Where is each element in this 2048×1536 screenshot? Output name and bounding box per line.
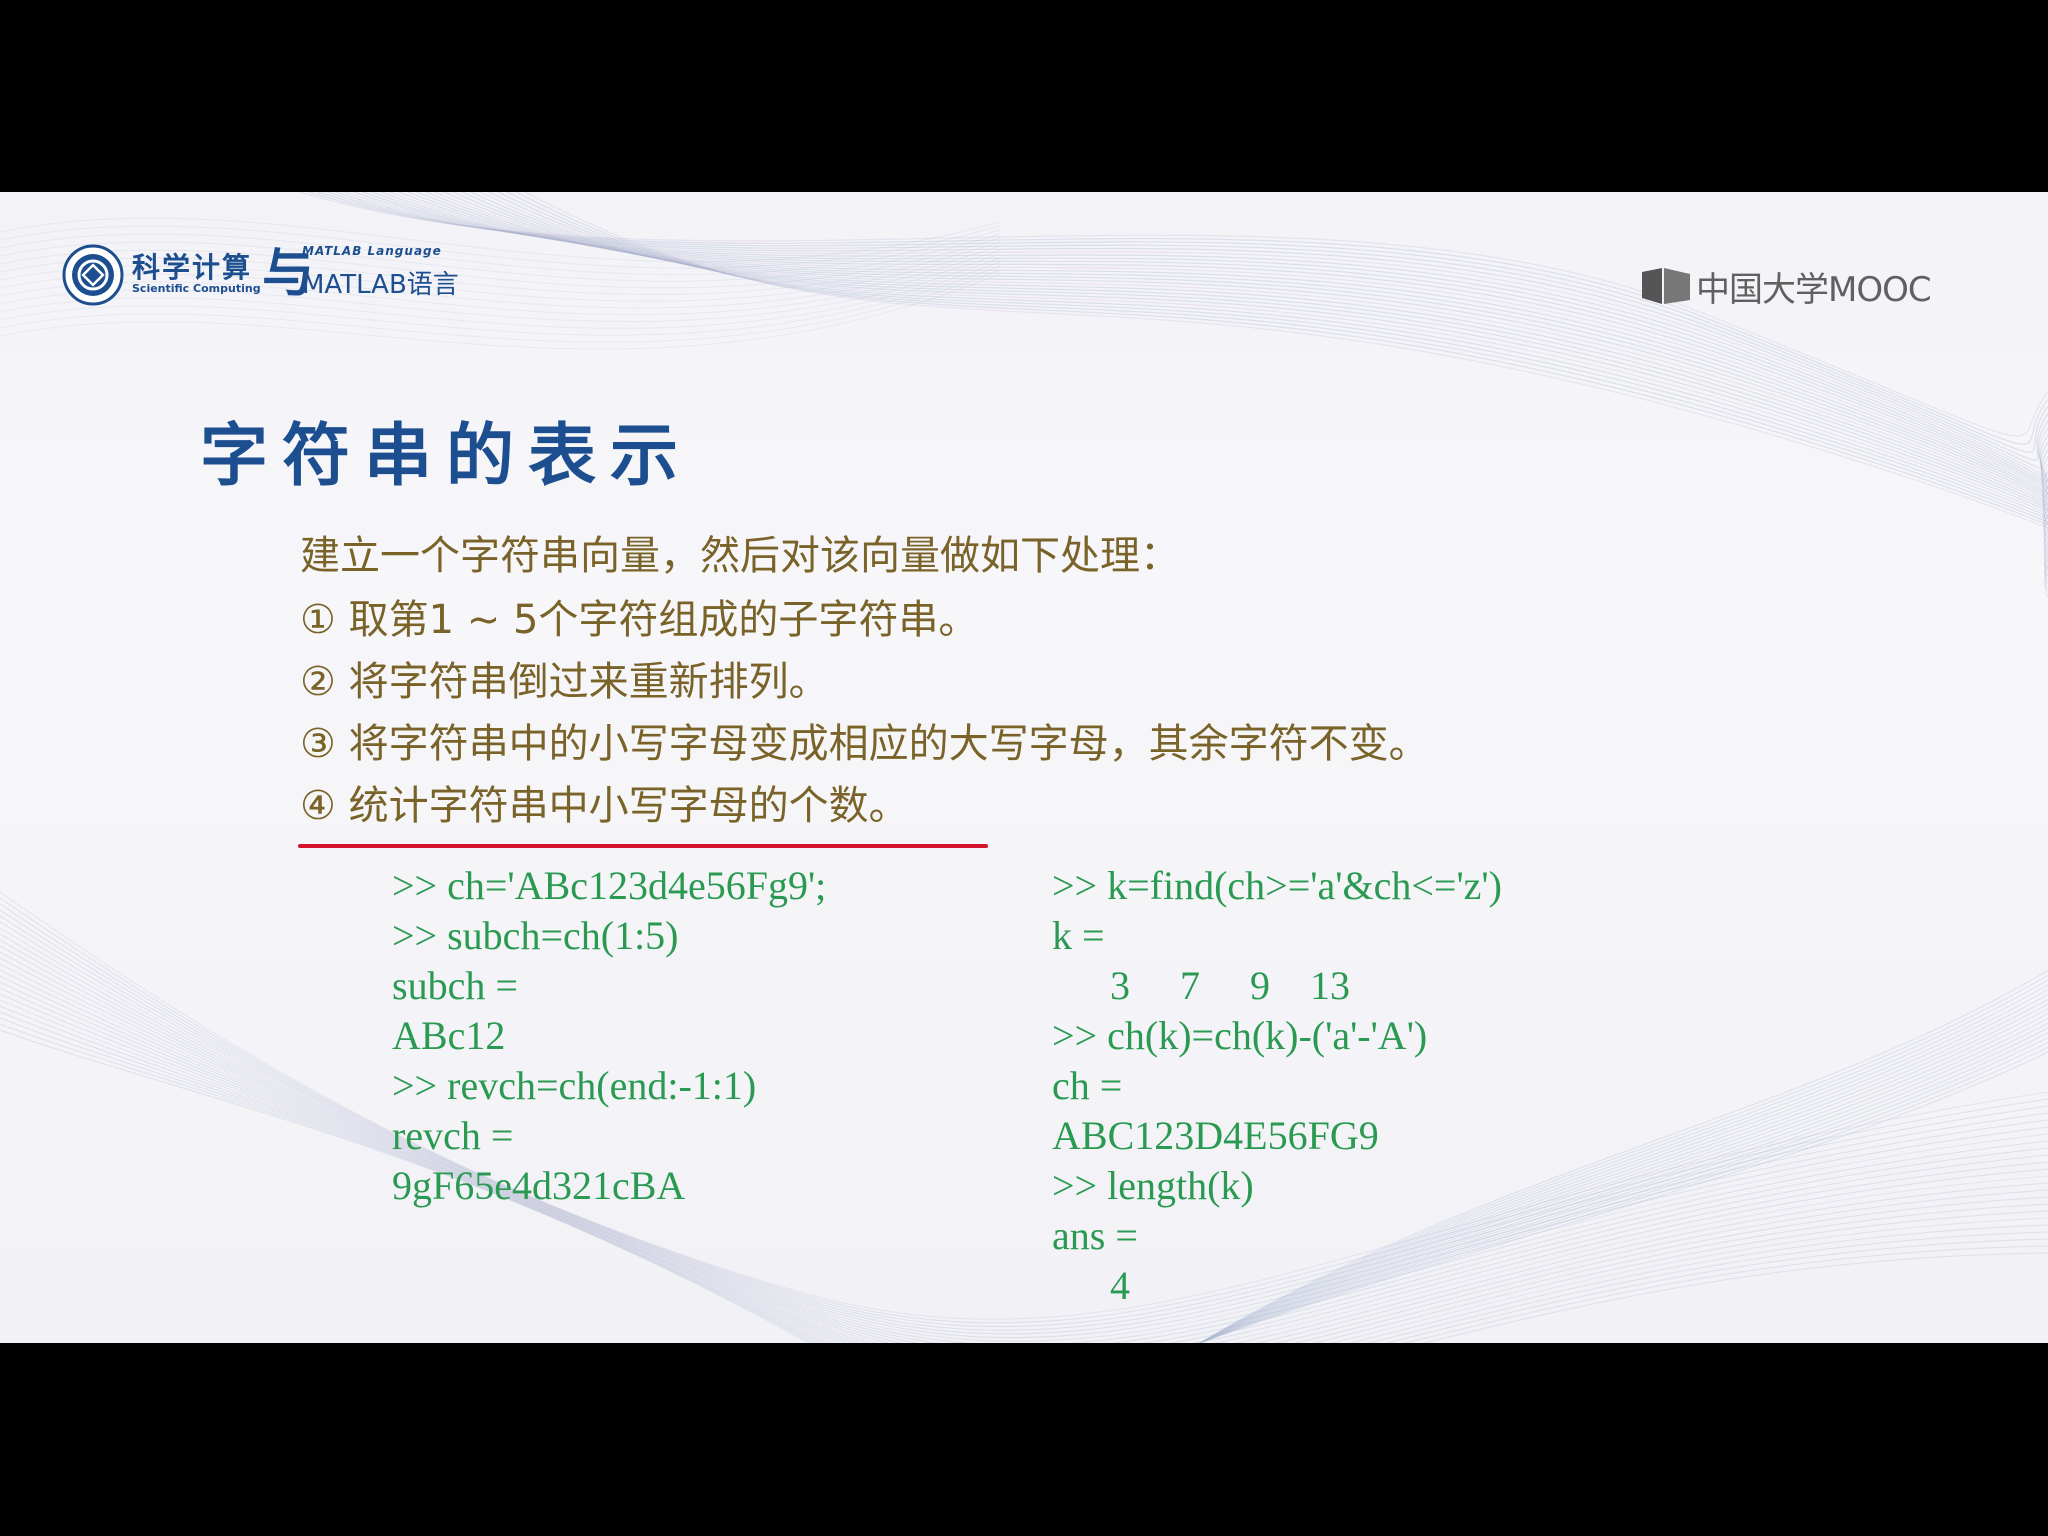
task-step-4: ④ 统计字符串中小写字母的个数。	[300, 783, 909, 829]
wave-line	[0, 963, 2048, 1343]
wave-line	[0, 1005, 2048, 1343]
wave-line	[0, 999, 2048, 1343]
code-left-line-1: >> ch='ABc123d4e56Fg9';	[392, 863, 827, 908]
course-logo-en: Scientific Computing	[132, 282, 261, 295]
wave-line	[0, 1023, 2048, 1343]
wave-line	[0, 1029, 2048, 1343]
course-logo: 科学计算 Scientific Computing 与 MATLAB Langu…	[62, 242, 492, 312]
wave-line	[0, 921, 2048, 1339]
mooc-book-icon	[1642, 268, 1690, 304]
code-left-line-5: >> revch=ch(end:-1:1)	[392, 1063, 757, 1108]
code-right-line-6: ABC123D4E56FG9	[1052, 1113, 1379, 1158]
course-logo-cn: 科学计算	[132, 251, 253, 284]
course-logo-lang: MATLAB Language	[302, 244, 442, 258]
task-step-1: ① 取第1 ~ 5个字符组成的子字符串。	[300, 597, 979, 643]
code-left-line-7: 9gF65e4d321cBA	[392, 1163, 686, 1208]
wave-line	[0, 957, 2048, 1343]
code-left-line-6: revch =	[392, 1113, 514, 1158]
wave-line	[0, 933, 2048, 1343]
slide-title: 字符串的表示	[200, 416, 693, 496]
wave-line	[0, 897, 2048, 1324]
code-left-line-3: subch =	[392, 963, 518, 1008]
code-right-line-5: ch =	[1052, 1063, 1123, 1108]
highlight-underline	[298, 844, 988, 848]
task-intro: 建立一个字符串向量，然后对该向量做如下处理：	[300, 533, 1180, 579]
lecture-slide: 科学计算 Scientific Computing 与 MATLAB Langu…	[0, 192, 2048, 1343]
wave-line	[0, 951, 2048, 1343]
code-left-line-4: ABc12	[392, 1013, 506, 1058]
wave-line	[0, 903, 2048, 1328]
course-logo-matlab: MATLAB语言	[302, 270, 459, 300]
platform-logo: 中国大学MOOC	[1640, 262, 1960, 312]
wave-line	[0, 1011, 2048, 1343]
task-step-2: ② 将字符串倒过来重新排列。	[300, 659, 829, 705]
university-emblem-icon	[62, 244, 124, 306]
code-right-line-4: >> ch(k)=ch(k)-('a'-'A')	[1052, 1013, 1428, 1058]
wave-line	[0, 1017, 2048, 1343]
code-left-line-2: >> subch=ch(1:5)	[392, 913, 679, 958]
code-right-line-2: k =	[1052, 913, 1105, 958]
platform-logo-text: 中国大学MOOC	[1696, 270, 1932, 310]
code-right-line-1: >> k=find(ch>='a'&ch<='z')	[1052, 863, 1502, 908]
wave-line	[0, 969, 2048, 1343]
code-right-line-3: 3 7 9 13	[1110, 963, 1350, 1008]
wave-line	[0, 987, 2048, 1343]
code-right-line-8: ans =	[1052, 1213, 1138, 1258]
video-frame: 科学计算 Scientific Computing 与 MATLAB Langu…	[0, 0, 2048, 1536]
code-right-line-9: 4	[1110, 1263, 1130, 1308]
wave-line	[452, 192, 2048, 545]
code-right-line-7: >> length(k)	[1052, 1163, 1254, 1208]
task-step-3: ③ 将字符串中的小写字母变成相应的大写字母，其余字符不变。	[300, 721, 1429, 767]
